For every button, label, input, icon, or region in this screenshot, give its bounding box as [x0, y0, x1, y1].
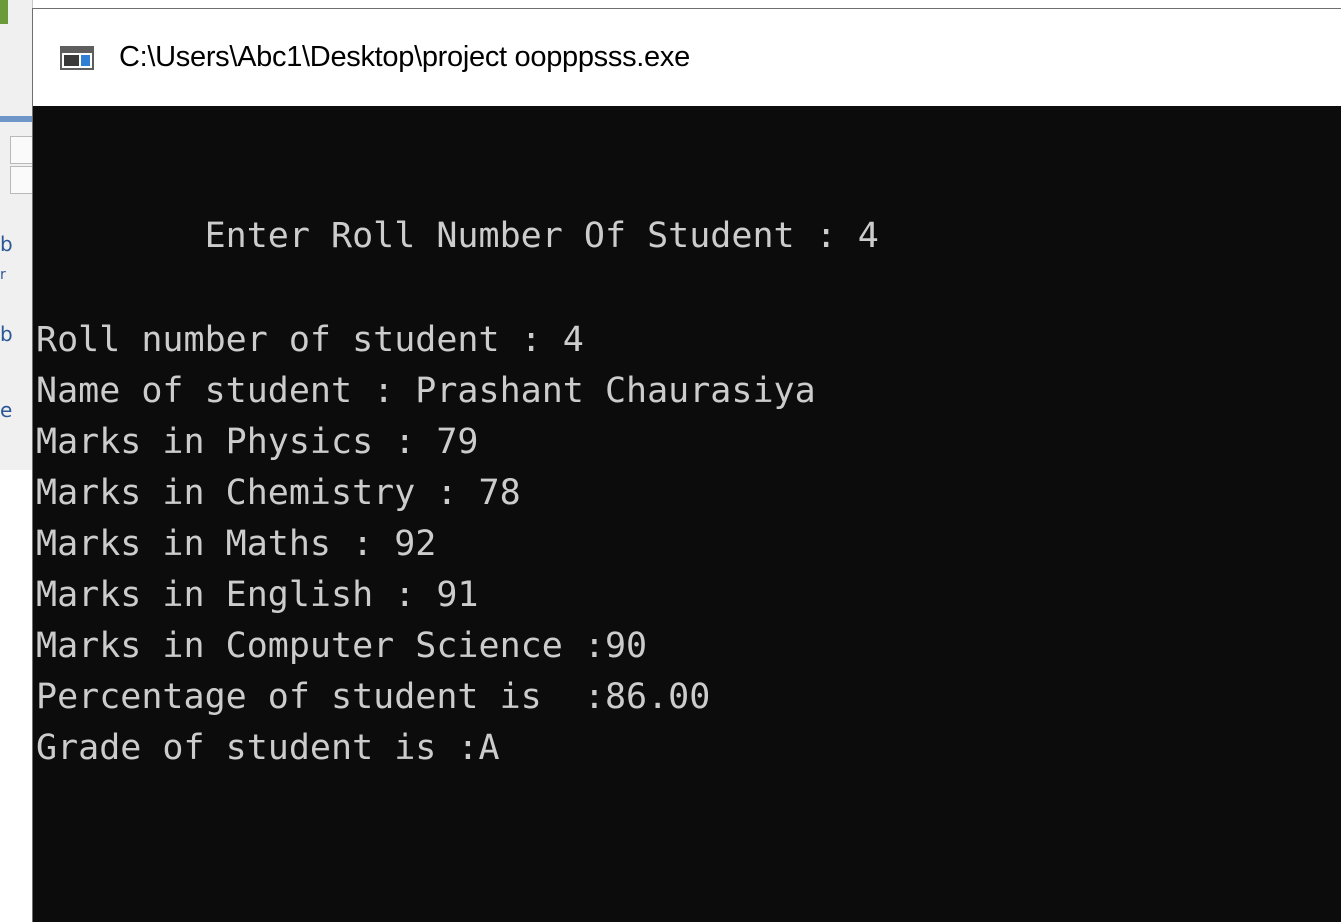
window-title: C:\Users\Abc1\Desktop\project oopppsss.e… [119, 41, 690, 73]
console-line: Name of student : Prashant Chaurasiya [36, 371, 816, 411]
background-text-fragment: b [0, 322, 13, 346]
console-line: Marks in Computer Science :90 [36, 626, 648, 666]
console-prompt-line: Enter Roll Number Of Student : 4 [36, 216, 879, 256]
background-text-fragment: r [0, 267, 6, 283]
console-line: Grade of student is :A [36, 728, 500, 768]
title-bar[interactable]: C:\Users\Abc1\Desktop\project oopppsss.e… [33, 9, 1341, 106]
console-app-icon[interactable] [60, 45, 94, 70]
console-output[interactable]: Enter Roll Number Of Student : 4 Roll nu… [33, 106, 1341, 922]
console-line: Percentage of student is :86.00 [36, 677, 711, 717]
background-text-fragment: b [0, 232, 13, 256]
background-window-edge[interactable]: b r b e [0, 0, 33, 922]
console-line: Marks in Physics : 79 [36, 422, 479, 462]
desktop-screen: b r b e C:\Users\Abc1\Desktop\project oo… [0, 0, 1341, 922]
console-line: Marks in Maths : 92 [36, 524, 437, 564]
background-text-fragment: e [0, 398, 13, 422]
console-line: Marks in English : 91 [36, 575, 479, 615]
console-window[interactable]: C:\Users\Abc1\Desktop\project oopppsss.e… [32, 8, 1341, 922]
console-line: Roll number of student : 4 [36, 320, 584, 360]
console-line: Marks in Chemistry : 78 [36, 473, 521, 513]
